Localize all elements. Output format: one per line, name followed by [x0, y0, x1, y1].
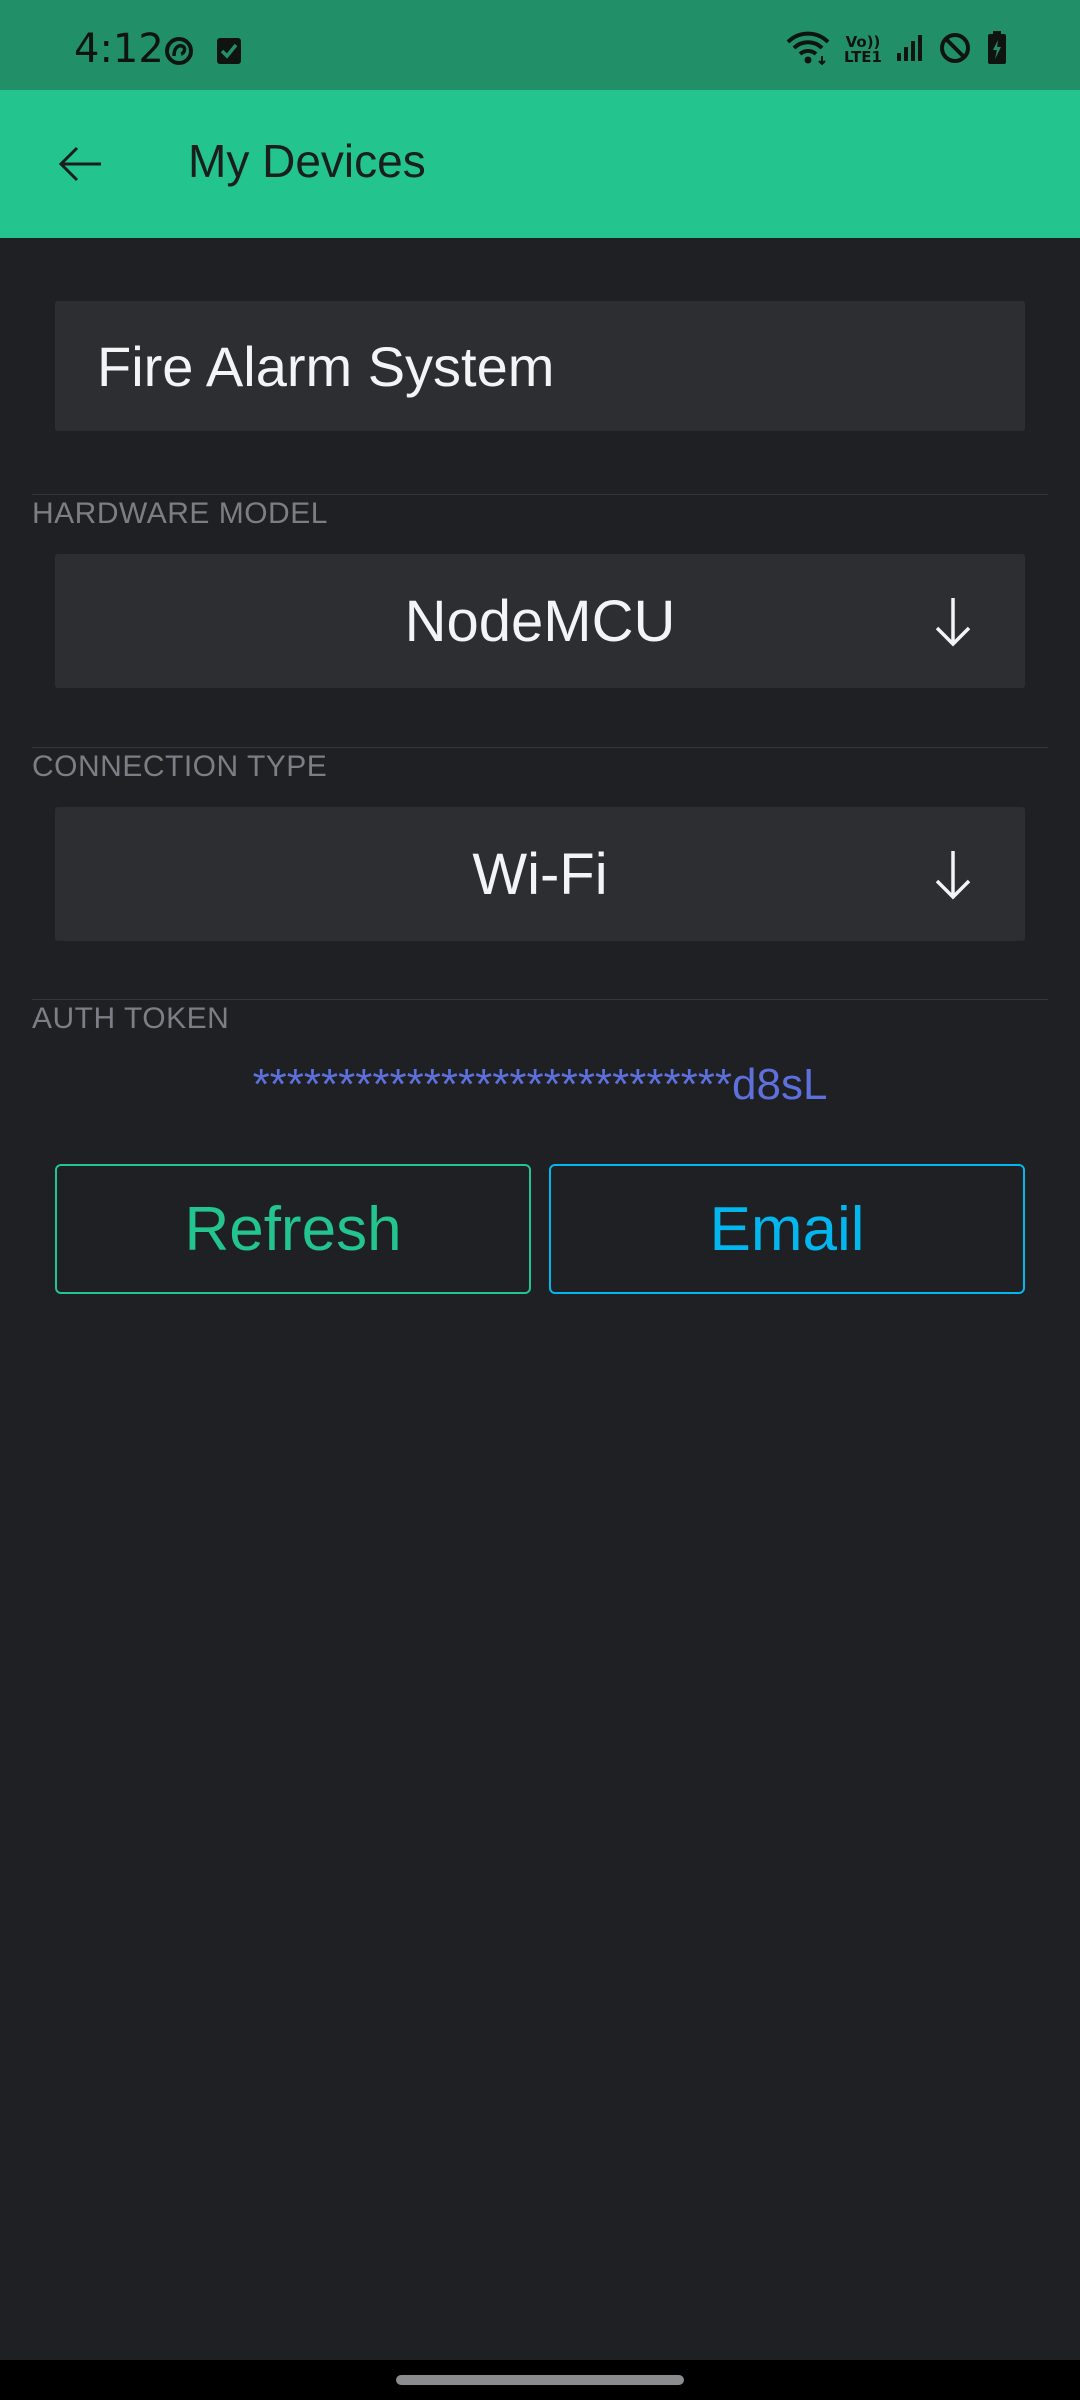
volte-lte-icon: Vo)) LTE1 [844, 35, 882, 65]
back-button[interactable] [40, 124, 120, 204]
divider [32, 494, 1048, 495]
arrow-left-icon [58, 146, 101, 182]
connection-type-dropdown[interactable]: Wi-Fi [55, 807, 1025, 941]
arrow-down-icon [935, 851, 971, 900]
status-time: 4:12 [74, 26, 164, 72]
auth-token-value[interactable]: ****************************d8sL [0, 1060, 1080, 1110]
auth-token-label: AUTH TOKEN [32, 1002, 230, 1035]
divider [32, 999, 1048, 1000]
refresh-button[interactable]: Refresh [55, 1164, 531, 1294]
hardware-model-dropdown[interactable]: NodeMCU [55, 554, 1025, 688]
lte-label: LTE1 [844, 48, 882, 66]
signal-icon [896, 33, 924, 67]
connection-type-value: Wi-Fi [472, 841, 608, 907]
status-right-icons: Vo)) LTE1 [786, 30, 1008, 70]
status-left-icons [164, 36, 242, 70]
navigation-bar [0, 2360, 1080, 2400]
battery-icon [986, 30, 1008, 70]
hardware-model-label: HARDWARE MODEL [32, 497, 328, 530]
divider [32, 747, 1048, 748]
status-bar: 4:12 Vo)) LTE1 [0, 0, 1080, 90]
device-name-input[interactable]: Fire Alarm System [55, 301, 1025, 431]
wifi-icon [786, 30, 830, 70]
home-indicator[interactable] [396, 2375, 684, 2385]
checkbox-notification-icon [216, 37, 242, 69]
page-title: My Devices [188, 135, 426, 187]
email-button[interactable]: Email [549, 1164, 1025, 1294]
arrow-down-icon [935, 598, 971, 647]
app-notification-icon [164, 36, 194, 70]
connection-type-label: CONNECTION TYPE [32, 750, 328, 783]
hardware-model-value: NodeMCU [404, 588, 676, 654]
app-bar: My Devices [0, 90, 1080, 238]
do-not-disturb-icon [938, 31, 972, 69]
